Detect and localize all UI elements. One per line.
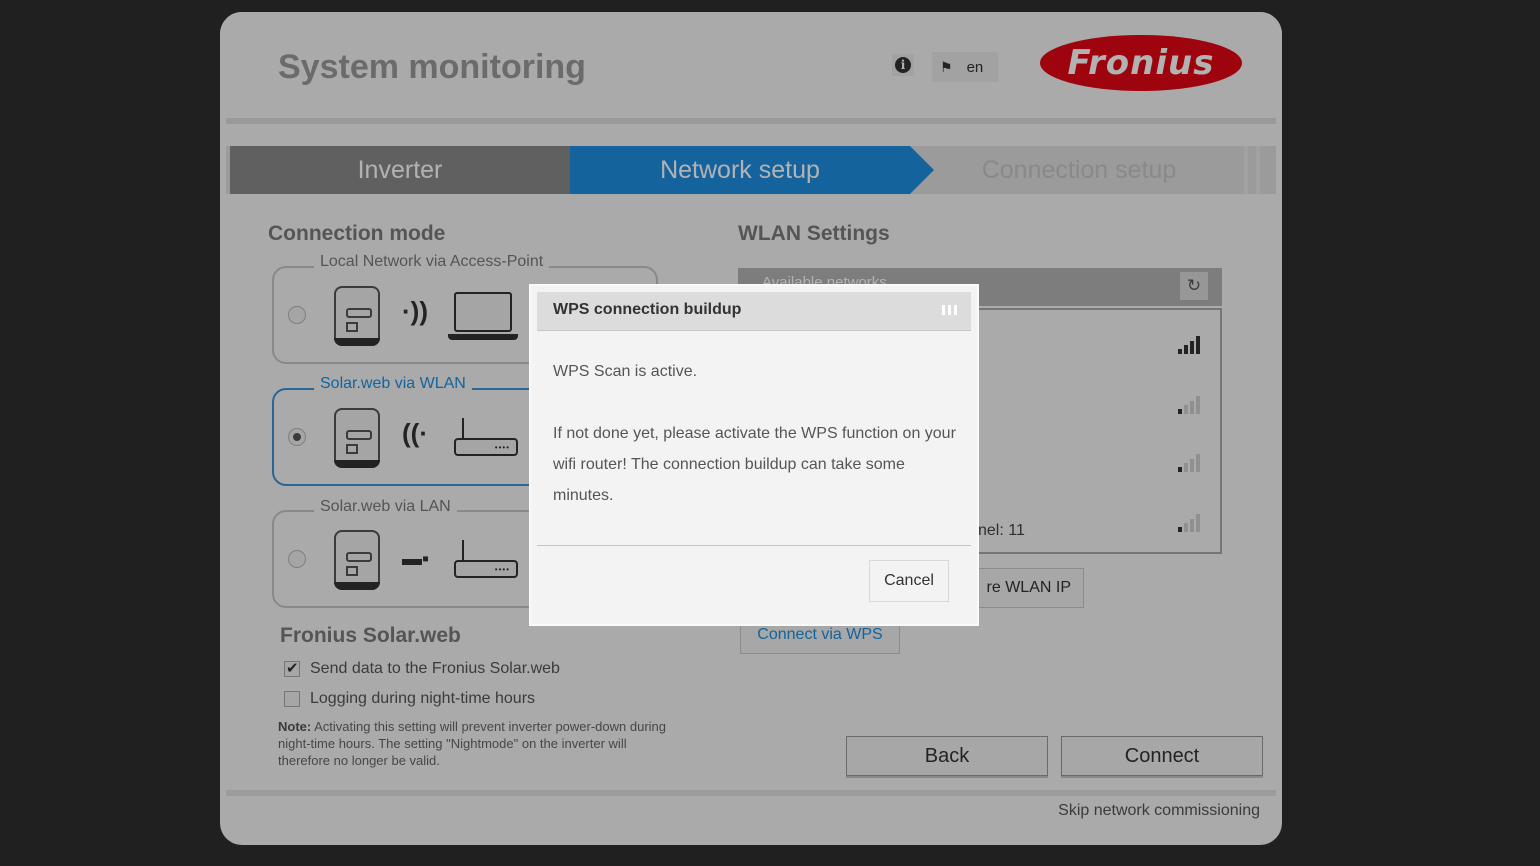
dialog-instruction-text: If not done yet, please activate the WPS… [553,425,956,504]
wps-dialog: WPS connection buildup WPS Scan is activ… [531,286,977,624]
dialog-title: WPS connection buildup [553,301,742,318]
loading-icon [942,305,957,315]
dialog-header: WPS connection buildup [537,292,971,331]
cancel-button[interactable]: Cancel [869,560,949,602]
dialog-status-text: WPS Scan is active. [553,363,698,380]
dialog-divider [537,545,971,546]
dialog-body: WPS Scan is active. If not done yet, ple… [553,356,963,511]
